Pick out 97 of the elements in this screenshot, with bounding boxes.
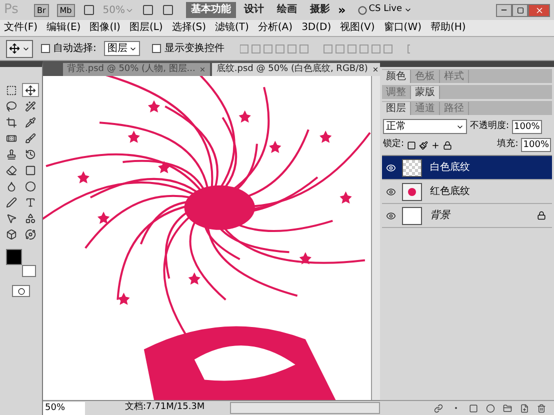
history-icon [25,148,36,160]
visibility-eye-icon[interactable] [386,210,396,220]
pen-icon [6,196,17,208]
lasso-icon [6,100,17,112]
menu-item[interactable]: 图像(I) [90,21,120,35]
shapes-icon [25,212,36,224]
workspace-button[interactable]: 设计 [239,2,269,18]
square-icon [25,164,36,176]
bridge-button[interactable]: Br [34,4,49,16]
arrange-icon[interactable] [142,4,154,16]
caret-icon [404,6,412,14]
transform-controls-label: 显示变换控件 [164,42,224,56]
crop-icon [6,116,17,128]
app-logo: Ps [4,1,20,20]
zoom-level-field[interactable]: 50% [43,402,85,414]
document-info: 文档:7.71M/15.3M [125,401,206,414]
menu-item[interactable]: 3D(D) [302,21,332,35]
menu-item[interactable]: 分析(A) [258,21,293,35]
layer-name: 白色底纹 [430,160,470,175]
tool-preset-picker[interactable] [6,40,33,58]
screen-mode-icon[interactable] [162,4,174,16]
tool-button[interactable] [22,83,39,97]
menu-item[interactable]: 滤镜(T) [214,21,249,35]
panel-tab[interactable]: 颜色 [382,70,411,83]
auto-select-label: 自动选择: [53,42,96,56]
lock-all-icon[interactable] [443,140,452,150]
mini-bridge-button[interactable]: Mb [56,4,75,16]
pointer-icon [6,212,17,224]
brush-icon [25,132,36,144]
workspace-button[interactable]: 摄影 [305,2,335,18]
menu-item[interactable]: 帮助(H) [430,21,466,35]
link-layers-icon[interactable] [434,404,443,412]
panel-tab[interactable]: 蒙版 [411,86,440,99]
fill-field[interactable]: 100% [521,138,551,152]
cs-live-button[interactable]: CS Live [358,3,412,17]
stamp-icon [6,148,17,160]
close-icon [199,66,206,73]
delete-layer-icon[interactable] [537,404,546,412]
checkbox[interactable] [152,44,162,53]
bandage-icon [6,132,17,144]
ring-icon [358,6,367,14]
layer-name: 背景 [430,208,450,223]
auto-select-dropdown[interactable]: 图层 [104,41,140,56]
opacity-field[interactable]: 100% [512,120,542,134]
menu-item[interactable]: 视图(V) [340,21,375,35]
quick-mask-button[interactable] [12,285,30,297]
layer-name: 红色底纹 [430,184,470,199]
foreground-color-swatch[interactable] [6,249,22,265]
checkbox[interactable] [41,44,50,53]
move-icon [9,43,20,54]
marquee-icon [6,84,17,96]
visibility-eye-icon[interactable] [386,186,396,196]
document-tab[interactable]: 背景.psd @ 50% (人物, 图层... [63,63,210,76]
menu-item[interactable]: 图层(L) [129,21,163,35]
menu-item[interactable]: 编辑(E) [46,21,81,35]
horizontal-scrollbar[interactable] [230,402,380,414]
minimize-button[interactable] [496,4,512,16]
opacity-label: 不透明度: [470,120,510,133]
blend-mode-dropdown[interactable]: 正常 [383,119,467,134]
menu-item[interactable]: 选择(S) [172,21,206,35]
adjustment-layer-icon[interactable] [486,404,495,412]
panel-tab[interactable]: 图层 [382,102,411,115]
fill-label: 填充: [497,138,518,152]
close-icon [372,66,379,73]
lock-label: 锁定: [383,138,404,152]
circle-icon [25,180,36,192]
wand-icon [25,100,36,112]
document-tab[interactable]: 底纹.psd @ 50% (白色底纹, RGB/8) [212,63,383,76]
background-color-swatch[interactable] [22,265,36,277]
add-mask-icon[interactable] [469,404,478,412]
cube-icon [6,228,17,240]
type-icon [25,196,36,208]
new-group-icon[interactable] [503,404,512,412]
layer-row[interactable]: 背景 [382,204,552,228]
layer-row[interactable]: 白色底纹 [382,156,552,180]
menu-item[interactable]: 文件(F) [4,21,38,35]
move-icon [25,84,36,96]
orbit-icon [25,228,36,240]
lock-pixels-icon[interactable] [419,140,428,150]
menu-item[interactable]: 窗口(W) [384,21,422,35]
more-workspaces-button[interactable]: » [338,1,346,19]
maximize-button[interactable] [512,4,528,16]
eraser-icon [6,164,17,176]
view-extras-icon[interactable] [82,4,95,16]
workspace-button[interactable]: 绘画 [272,2,302,18]
eyedropper-icon [25,116,36,128]
layer-row[interactable]: 红色底纹 [382,180,552,204]
vertical-scrollbar[interactable] [371,76,380,400]
mask-circle-icon [18,288,24,294]
lock-transparency-icon[interactable] [407,140,416,150]
lock-position-icon[interactable] [431,140,440,150]
droplet-icon [6,180,17,192]
close-icon [534,6,544,14]
workspace-button[interactable]: 基本功能 [186,2,236,18]
align-buttons-icon [240,44,410,54]
maximize-icon [516,6,524,14]
new-layer-icon[interactable] [520,404,529,412]
